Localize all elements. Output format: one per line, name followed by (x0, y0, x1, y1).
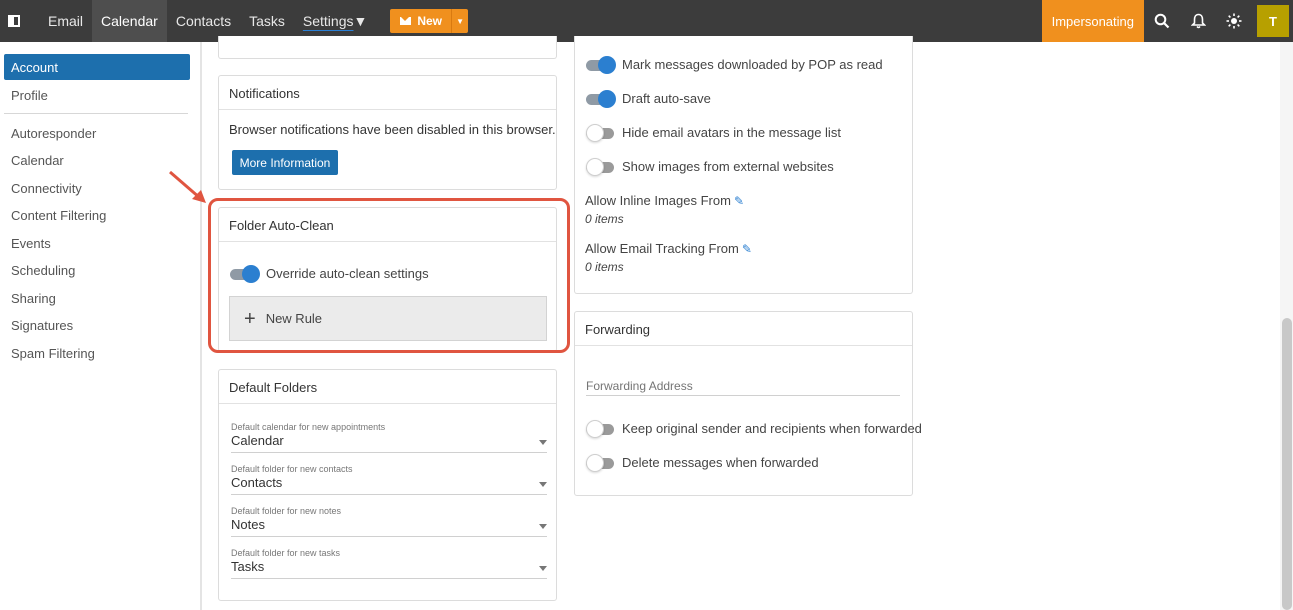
avatar[interactable]: T (1257, 5, 1289, 37)
sidebar-item-content-filtering[interactable]: Content Filtering (11, 208, 106, 223)
sidebar-item-signatures[interactable]: Signatures (11, 318, 73, 333)
chevron-down-icon (539, 440, 547, 445)
settings-sidebar: Account Profile Autoresponder Calendar C… (0, 42, 202, 610)
keep-original-sender-label: Keep original sender and recipients when… (622, 421, 922, 436)
allow-inline-images-heading[interactable]: Allow Inline Images From ✎ (585, 193, 744, 208)
page-scrollbar-thumb[interactable] (1282, 318, 1292, 610)
pencil-edit-icon[interactable]: ✎ (734, 194, 744, 208)
allow-inline-images-count: 0 items (585, 212, 624, 226)
default-calendar-value: Calendar (231, 433, 284, 448)
impersonating-button[interactable]: Impersonating (1041, 0, 1144, 42)
sidebar-item-profile[interactable]: Profile (11, 88, 48, 103)
bell-icon[interactable] (1180, 0, 1216, 42)
allow-inline-images-label: Allow Inline Images From (585, 193, 731, 208)
chevron-down-icon: ▼ (353, 13, 368, 29)
more-information-button[interactable]: More Information (232, 150, 338, 175)
draft-auto-save-toggle[interactable] (586, 90, 616, 108)
chevron-down-icon (539, 482, 547, 487)
sidebar-item-calendar[interactable]: Calendar (11, 153, 64, 168)
nav-calendar[interactable]: Calendar (92, 0, 167, 42)
notifications-message: Browser notifications have been disabled… (229, 122, 556, 137)
default-contacts-label: Default folder for new contacts (231, 464, 353, 474)
hide-avatars-label: Hide email avatars in the message list (622, 125, 841, 140)
nav-settings-label: Settings (302, 13, 354, 29)
new-dropdown-chevron-icon[interactable]: ▼ (451, 9, 468, 33)
sidebar-item-spam-filtering[interactable]: Spam Filtering (11, 346, 95, 361)
sidebar-item-sharing[interactable]: Sharing (11, 291, 56, 306)
default-folders-title: Default Folders (219, 370, 556, 404)
sidebar-item-autoresponder[interactable]: Autoresponder (11, 126, 96, 141)
chevron-down-icon (539, 524, 547, 529)
envelope-icon (400, 17, 412, 25)
allow-email-tracking-label: Allow Email Tracking From (585, 241, 739, 256)
forwarding-title: Forwarding (575, 312, 912, 346)
default-contacts-select[interactable]: Default folder for new contacts Contacts (231, 464, 547, 495)
sidebar-item-events[interactable]: Events (11, 236, 51, 251)
highlight-box (208, 198, 570, 353)
default-notes-label: Default folder for new notes (231, 506, 342, 516)
delete-when-forwarded-toggle[interactable] (586, 454, 616, 472)
notifications-panel: Notifications Browser notifications have… (218, 75, 557, 190)
show-external-images-toggle[interactable] (586, 158, 616, 176)
default-contacts-value: Contacts (231, 475, 283, 490)
default-calendar-label: Default calendar for new appointments (231, 422, 386, 432)
allow-email-tracking-heading[interactable]: Allow Email Tracking From ✎ (585, 241, 752, 256)
forwarding-address-input[interactable] (586, 376, 900, 396)
new-button[interactable]: New (390, 9, 451, 33)
mark-pop-read-toggle[interactable] (586, 56, 616, 74)
sidebar-item-scheduling[interactable]: Scheduling (11, 263, 75, 278)
sidebar-item-account[interactable]: Account (4, 54, 190, 80)
sidebar-item-connectivity[interactable]: Connectivity (11, 181, 82, 196)
default-notes-select[interactable]: Default folder for new notes Notes (231, 506, 547, 537)
keep-original-sender-toggle[interactable] (586, 420, 616, 438)
pencil-edit-icon[interactable]: ✎ (742, 242, 752, 256)
nav-email[interactable]: Email (39, 0, 92, 42)
delete-when-forwarded-label: Delete messages when forwarded (622, 455, 819, 470)
notifications-title: Notifications (219, 76, 556, 110)
sun-theme-icon[interactable] (1216, 0, 1252, 42)
default-tasks-select[interactable]: Default folder for new tasks Tasks (231, 548, 547, 579)
annotation-arrow-icon (169, 170, 206, 203)
chevron-down-icon (539, 566, 547, 571)
new-split-button: New ▼ (390, 9, 469, 33)
hide-avatars-toggle[interactable] (586, 124, 616, 142)
sidebar-divider (4, 113, 188, 114)
draft-auto-save-label: Draft auto-save (622, 91, 711, 106)
default-tasks-value: Tasks (231, 559, 265, 574)
new-button-label: New (417, 14, 443, 28)
show-external-images-label: Show images from external websites (622, 159, 834, 174)
previous-panel (218, 36, 557, 59)
mark-pop-read-label: Mark messages downloaded by POP as read (622, 57, 883, 72)
default-tasks-label: Default folder for new tasks (231, 548, 341, 558)
allow-email-tracking-count: 0 items (585, 260, 624, 274)
default-notes-value: Notes (231, 517, 265, 532)
sidebar-toggle-icon[interactable] (2, 0, 26, 42)
search-icon[interactable] (1144, 0, 1180, 42)
default-calendar-select[interactable]: Default calendar for new appointments Ca… (231, 422, 547, 453)
